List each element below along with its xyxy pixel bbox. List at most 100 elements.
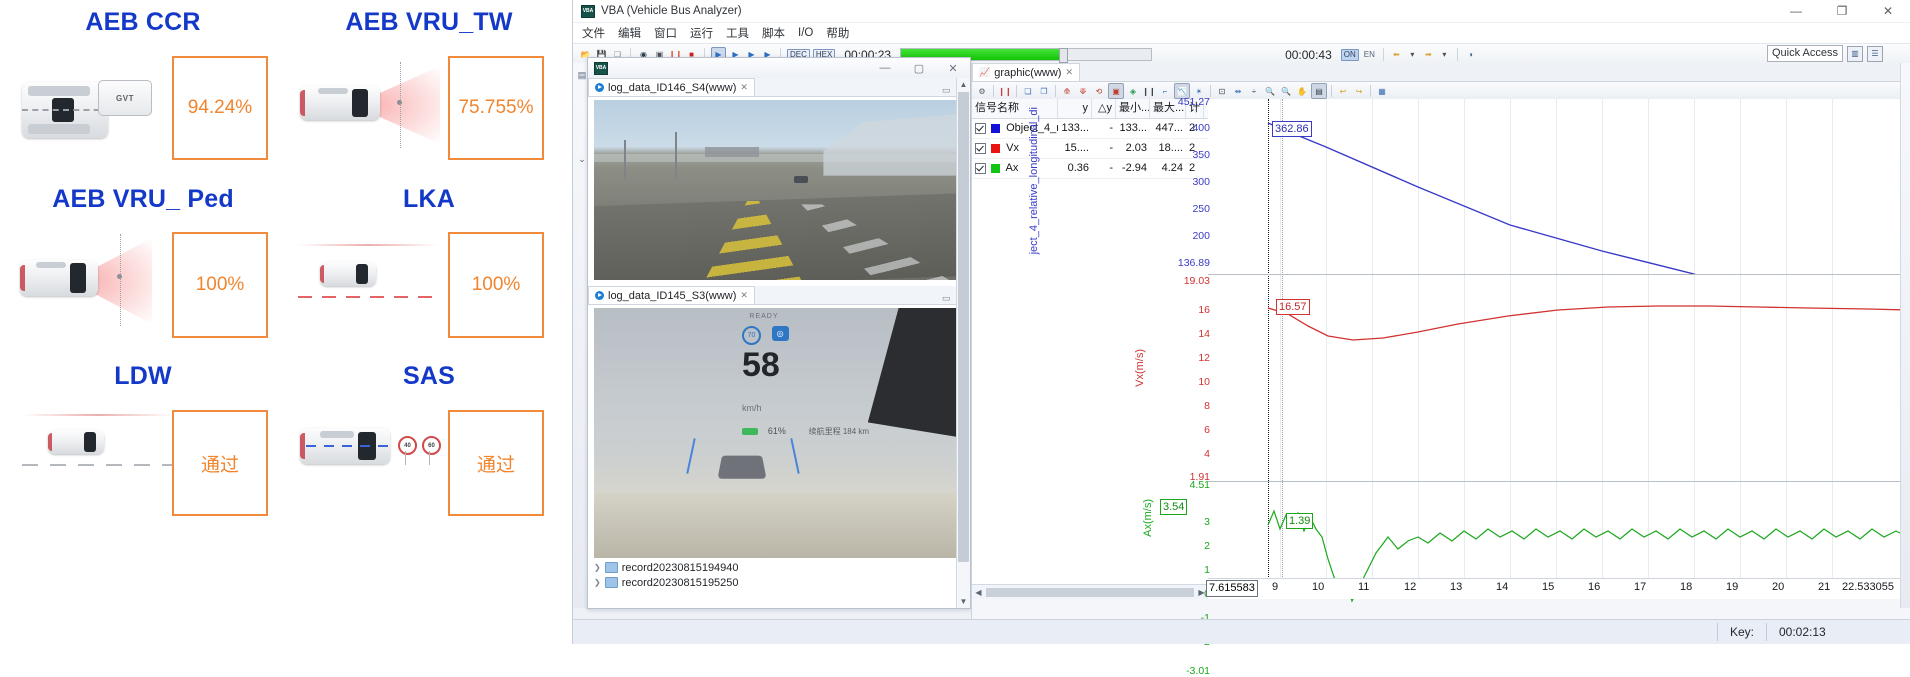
pan-icon[interactable]: ✋ xyxy=(1295,84,1309,98)
zoom-out-icon[interactable]: 🔍 xyxy=(1279,84,1293,98)
grid-icon[interactable]: ▦ xyxy=(1375,84,1389,98)
menu-item-edit[interactable]: 编辑 xyxy=(618,25,641,41)
x-tick: 12 xyxy=(1404,581,1417,593)
interior-dashboard-video[interactable]: 58 km/h 70 ◎ 61% 续航里程 184 km READY xyxy=(594,308,964,558)
card-title: LKA xyxy=(403,185,455,213)
tab-close-icon[interactable]: ✕ xyxy=(740,290,748,301)
x-axis-min-label[interactable]: 7.615583 xyxy=(1206,580,1258,597)
child-close-button[interactable]: ✕ xyxy=(936,58,970,78)
tab-graphic-www[interactable]: 📈 graphic(www) ✕ xyxy=(972,63,1081,81)
menu-item-run[interactable]: 运行 xyxy=(690,25,713,41)
list-item[interactable]: ❯ record20230815195250 xyxy=(594,575,944,590)
report-card-aeb-ccr: AEB CCR xyxy=(0,8,286,37)
report-card-aeb-vru-tw: AEB VRU_TW xyxy=(286,8,572,37)
en-indicator[interactable]: EN xyxy=(1362,50,1377,60)
redo-icon[interactable]: ↪ xyxy=(1352,84,1366,98)
menu-item-script[interactable]: 脚本 xyxy=(762,25,785,41)
back-arrow-icon[interactable]: ⬅ xyxy=(1390,48,1403,61)
gvt-label: GVT xyxy=(116,93,134,103)
menu-item-io[interactable]: I/O xyxy=(798,27,813,39)
y-tick-max-distance: 451.27 xyxy=(1177,96,1210,108)
menu-item-help[interactable]: 帮助 xyxy=(826,25,849,41)
maximize-button[interactable]: ❐ xyxy=(1819,0,1865,22)
chart-callout-distance[interactable]: 362.86 xyxy=(1272,121,1312,137)
back-dropdown-icon[interactable]: ▾ xyxy=(1406,48,1419,61)
center-icon[interactable]: ⇹ xyxy=(1231,84,1245,98)
front-camera-video[interactable] xyxy=(594,100,964,280)
quick-access-input[interactable]: Quick Access xyxy=(1766,45,1843,62)
result-value: 通过 xyxy=(200,454,239,476)
perspective-icon[interactable]: ▥ xyxy=(1847,45,1863,62)
close-button[interactable]: ✕ xyxy=(1865,0,1910,22)
marker1-icon[interactable]: ⟰ xyxy=(1060,84,1074,98)
chart-plot-area[interactable]: ject_4_relative_longitudinal_di 451.27 4… xyxy=(1028,96,1910,677)
result-value: 94.24% xyxy=(187,97,253,118)
split-icon[interactable]: ÷ xyxy=(1247,84,1261,98)
tab-log-data-id146-s4[interactable]: log_data_ID146_S4(www) ✕ xyxy=(588,78,755,96)
save-image-icon[interactable]: ▤ xyxy=(1311,83,1327,99)
tab-minimize-icon[interactable]: ▭ xyxy=(942,85,951,96)
tab-minimize-icon[interactable]: ▭ xyxy=(942,293,951,304)
cursor-lines-icon[interactable]: ❙❙ xyxy=(1142,84,1156,98)
forward-dropdown-icon[interactable]: ▾ xyxy=(1438,48,1451,61)
signal-min: 133... xyxy=(1119,122,1147,134)
marker2-icon[interactable]: ⟱ xyxy=(1076,84,1090,98)
column-header-min: 最小... xyxy=(1116,99,1150,118)
cursor-box-icon[interactable]: ▣ xyxy=(1108,83,1124,99)
y-axis-label-vx: Vx(m/s) xyxy=(1134,349,1146,387)
tab-close-icon[interactable]: ✕ xyxy=(1065,67,1073,78)
settings-icon[interactable]: ⚙ xyxy=(975,84,989,98)
scroll-left-icon[interactable]: ◀ xyxy=(972,588,985,597)
series-vx xyxy=(1267,305,1909,341)
scroll-up-icon[interactable]: ▲ xyxy=(957,78,970,91)
child-vertical-scrollbar[interactable]: ▲ ▼ xyxy=(956,78,970,608)
record-file-tree: ❯ record20230815194940 ❯ record202308151… xyxy=(594,560,944,590)
report-card-ldw: LDW xyxy=(0,362,286,391)
minimize-button[interactable]: — xyxy=(1773,0,1819,22)
signal-checkbox[interactable] xyxy=(975,162,986,174)
child-minimize-button[interactable]: — xyxy=(868,58,902,78)
menu-item-window[interactable]: 窗口 xyxy=(654,25,677,41)
play-dot-icon xyxy=(595,291,604,300)
y-tick-vx: 4 xyxy=(1204,448,1210,460)
lead-vehicle-render xyxy=(717,455,767,479)
chevron-right-icon[interactable]: ❯ xyxy=(594,578,601,587)
on-indicator[interactable]: ON xyxy=(1340,48,1359,61)
list-item[interactable]: ❯ record20230815194940 xyxy=(594,560,944,575)
zoom-in-icon[interactable]: 🔍 xyxy=(1263,84,1277,98)
pause-icon[interactable]: ❙❙ xyxy=(998,84,1012,98)
marker3-icon[interactable]: ⟲ xyxy=(1092,84,1106,98)
chart-marker-ax[interactable]: 3.54 xyxy=(1160,499,1188,515)
chevron-right-icon[interactable]: ❯ xyxy=(594,563,601,572)
battery-icon xyxy=(742,428,758,435)
undo-icon[interactable]: ↩ xyxy=(1336,84,1350,98)
tab-log-data-id145-s3[interactable]: log_data_ID145_S3(www) ✕ xyxy=(588,286,755,304)
folder-icon xyxy=(604,577,618,588)
paste-icon[interactable]: ❐ xyxy=(1037,84,1051,98)
result-box-ldw: 通过 xyxy=(172,410,268,516)
tab-close-icon[interactable]: ✕ xyxy=(740,82,748,93)
chart-callout-ax[interactable]: 1.39 xyxy=(1286,513,1314,529)
dashboard-battery: 61% xyxy=(767,425,786,436)
y-tick-vx: 8 xyxy=(1204,400,1210,412)
x-tick: 19 xyxy=(1726,581,1739,593)
x-tick: 9 xyxy=(1272,581,1279,593)
x-tick: 18 xyxy=(1680,581,1693,593)
scroll-down-icon[interactable]: ▼ xyxy=(957,595,970,608)
signal-checkbox[interactable] xyxy=(975,122,986,134)
steering-icon: ◎ xyxy=(771,325,789,341)
child-maximize-button[interactable]: ▢ xyxy=(902,58,936,78)
signal-y: 15.... xyxy=(1064,142,1089,154)
forward-arrow-icon[interactable]: ➡ xyxy=(1422,48,1435,61)
speed-sign-60-icon: 60 xyxy=(422,436,441,455)
perspective-switch-icon[interactable]: ◑ xyxy=(1464,48,1477,61)
zoom-box-icon[interactable]: ⊡ xyxy=(1215,84,1229,98)
cursor-pair-icon[interactable]: ◈ xyxy=(1126,84,1140,98)
signal-checkbox[interactable] xyxy=(975,142,986,154)
menu-item-file[interactable]: 文件 xyxy=(582,25,605,41)
chart-callout-vx[interactable]: 16.57 xyxy=(1276,299,1310,315)
copy-icon[interactable]: ❏ xyxy=(1021,84,1035,98)
play-dot-icon xyxy=(595,83,604,92)
menu-item-tools[interactable]: 工具 xyxy=(726,25,749,41)
layout-icon[interactable]: ☰ xyxy=(1867,45,1883,62)
